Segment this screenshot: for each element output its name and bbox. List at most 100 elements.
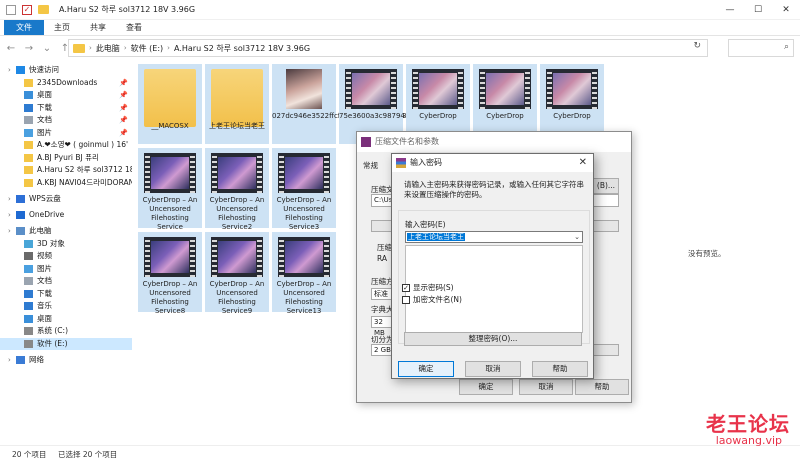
minimize-button[interactable]: — <box>716 0 744 20</box>
tab-view[interactable]: 查看 <box>116 20 152 35</box>
expand-chevron-icon[interactable]: › <box>8 354 16 367</box>
properties-icon[interactable]: ✓ <box>22 4 32 15</box>
archive-path-field[interactable]: C:\Use <box>371 194 397 207</box>
sidebar-item-label: A.BJ Pyuri BJ 퓨리 <box>37 152 99 162</box>
chevron-down-icon[interactable]: ⌄ <box>574 232 580 242</box>
rar-radio[interactable]: RA <box>377 254 387 263</box>
sidebar-item-label: 音乐 <box>37 301 52 310</box>
3d-objects-icon <box>24 239 33 248</box>
close-icon[interactable]: ✕ <box>579 154 587 172</box>
breadcrumb-this-pc[interactable]: 此电脑 <box>96 43 120 54</box>
breadcrumb-drive-e[interactable]: 软件 (E:) <box>131 43 164 54</box>
organize-passwords-button[interactable]: 整理密码(O)... <box>404 332 582 346</box>
sidebar-item-label: WPS云盘 <box>29 194 61 203</box>
sidebar-item[interactable]: 下载 📌 <box>0 102 132 115</box>
sidebar-item[interactable]: A.BJ Pyuri BJ 퓨리 <box>0 152 132 165</box>
sidebar-item[interactable]: 桌面 <box>0 313 132 326</box>
file-tile[interactable]: __MACOSX <box>138 64 202 144</box>
file-name: CyberDrop <box>553 112 591 120</box>
expand-chevron-icon[interactable]: › <box>8 193 16 206</box>
sidebar-item[interactable]: 文档 <box>0 275 132 288</box>
sidebar-item[interactable]: 系统 (C:) <box>0 325 132 338</box>
sidebar-item[interactable]: A.Haru S2 하루 sol3712 18 <box>0 164 132 177</box>
set-password-button[interactable] <box>593 344 619 356</box>
encrypt-filenames-checkbox[interactable]: 加密文件名(N) <box>402 294 462 305</box>
tab-share[interactable]: 共享 <box>80 20 116 35</box>
password-cancel-button[interactable]: 取消 <box>465 361 521 377</box>
search-input[interactable]: ⌕ <box>728 39 794 57</box>
compression-method-select[interactable]: 标准 <box>371 288 393 300</box>
forward-icon[interactable]: → <box>22 43 36 54</box>
sidebar-item[interactable]: 2345Downloads 📌 <box>0 77 132 90</box>
folder-icon <box>24 166 33 174</box>
sidebar-item-label: 桌面 <box>37 90 52 99</box>
sidebar-item[interactable]: 图片 <box>0 263 132 276</box>
sidebar-item[interactable]: › OneDrive <box>0 209 132 222</box>
navigation-pane: › 快速访问 2345Downloads 📌 桌面 📌 下载 📌 文档 📌 图片 📌 A.❤소영❤ ( … <box>0 64 132 445</box>
sidebar-item[interactable]: › 网络 <box>0 354 132 367</box>
file-tile[interactable]: 上老王论坛当老王 <box>205 64 269 144</box>
file-tile[interactable]: CyberDrop – An Uncensored Filehosting Se… <box>272 148 336 231</box>
file-name: __MACOSX <box>151 122 189 130</box>
show-password-checkbox[interactable]: ✓ 显示密码(S) <box>402 282 454 293</box>
file-tile[interactable]: CyberDrop – An Uncensored Filehosting Se… <box>205 148 269 231</box>
watermark-title: 老王论坛 <box>706 412 790 436</box>
enter-password-dialog: 输入密码 ✕ 请输入主密码来获得密码记录，或输入任何其它字符串来设置压缩操作的密… <box>391 153 594 379</box>
breadcrumb-current-folder[interactable]: A.Haru S2 하루 sol3712 18V 3.96G <box>174 43 310 54</box>
new-folder-icon[interactable] <box>38 5 49 14</box>
archive-help-button[interactable]: 帮助 <box>575 379 629 395</box>
sidebar-item[interactable]: A.KBJ NAVI04드라미DORAN <box>0 177 132 190</box>
dictionary-select[interactable]: 32 MB <box>371 316 393 337</box>
expand-chevron-icon[interactable]: › <box>8 64 16 77</box>
close-button[interactable]: ✕ <box>772 0 800 20</box>
file-name: 027dc946e3522ffcf24109a75e80a153.mp4 <box>272 112 425 121</box>
sidebar-item-label: 系统 (C:) <box>37 326 68 335</box>
tab-general[interactable]: 常规 <box>363 160 378 171</box>
sidebar-item[interactable]: › 此电脑 <box>0 225 132 238</box>
sidebar-item[interactable]: 3D 对象 <box>0 238 132 251</box>
profiles-dropdown[interactable] <box>593 220 619 232</box>
archive-update-mode[interactable] <box>593 194 619 207</box>
selection-count: 已选择 20 个项目 <box>58 450 118 459</box>
file-name: CyberDrop <box>419 112 457 120</box>
tab-file[interactable]: 文件 <box>4 20 44 35</box>
file-tile[interactable]: CyberDrop – An Uncensored Filehosting Se… <box>272 232 336 315</box>
archive-cancel-button[interactable]: 取消 <box>519 379 573 395</box>
password-input[interactable]: 上老王论坛当老王 ⌄ <box>405 231 583 243</box>
file-tile[interactable]: CyberDrop – An Uncensored Filehosting Se… <box>205 232 269 315</box>
expand-chevron-icon[interactable]: › <box>8 209 16 222</box>
address-bar[interactable]: › 此电脑 › 软件 (E:) › A.Haru S2 하루 sol3712 1… <box>68 39 708 57</box>
recent-locations-icon[interactable]: ⌄ <box>40 43 54 54</box>
item-count: 20 个项目 <box>12 450 47 459</box>
expand-chevron-icon[interactable]: › <box>8 225 16 238</box>
split-volumes-select[interactable]: 2 GB <box>371 344 393 356</box>
file-tile[interactable]: 027dc946e3522ffcf24109a75e80a153.mp4 <box>272 64 425 144</box>
sidebar-item[interactable]: A.❤소영❤ ( goinmul ) 16' <box>0 139 132 152</box>
password-ok-button[interactable]: 确定 <box>398 361 454 377</box>
sidebar-item-label: 此电脑 <box>29 226 52 235</box>
sidebar-item[interactable]: 文档 📌 <box>0 114 132 127</box>
sidebar-item[interactable]: 视频 <box>0 250 132 263</box>
file-tile[interactable]: CyberDrop – An Uncensored Filehosting Se… <box>138 232 202 315</box>
refresh-icon[interactable]: ↻ <box>693 41 701 51</box>
sidebar-item[interactable]: 下载 <box>0 288 132 301</box>
sidebar-item[interactable]: › WPS云盘 <box>0 193 132 206</box>
file-tile[interactable]: CyberDrop – An Uncensored Filehosting Se… <box>138 148 202 231</box>
folder-icon <box>24 78 33 87</box>
archive-ok-button[interactable]: 确定 <box>459 379 513 395</box>
sidebar-item[interactable]: 桌面 📌 <box>0 89 132 102</box>
winrar-icon <box>396 158 406 168</box>
browse-button[interactable]: (B)... <box>593 178 619 194</box>
sidebar-item-label: 文档 <box>37 115 52 124</box>
sidebar-item[interactable]: › 快速访问 <box>0 64 132 77</box>
ribbon-tabs: 文件 主页 共享 查看 <box>0 20 800 36</box>
maximize-button[interactable]: ☐ <box>744 0 772 20</box>
sidebar-item[interactable]: 图片 📌 <box>0 127 132 140</box>
sidebar-item-label: 下载 <box>37 288 52 298</box>
profiles-button[interactable] <box>371 220 393 232</box>
back-icon[interactable]: ← <box>4 43 18 54</box>
sidebar-item[interactable]: 音乐 <box>0 300 132 313</box>
tab-home[interactable]: 主页 <box>44 20 80 35</box>
sidebar-item[interactable]: 软件 (E:) <box>0 337 132 350</box>
password-help-button[interactable]: 帮助 <box>532 361 588 377</box>
